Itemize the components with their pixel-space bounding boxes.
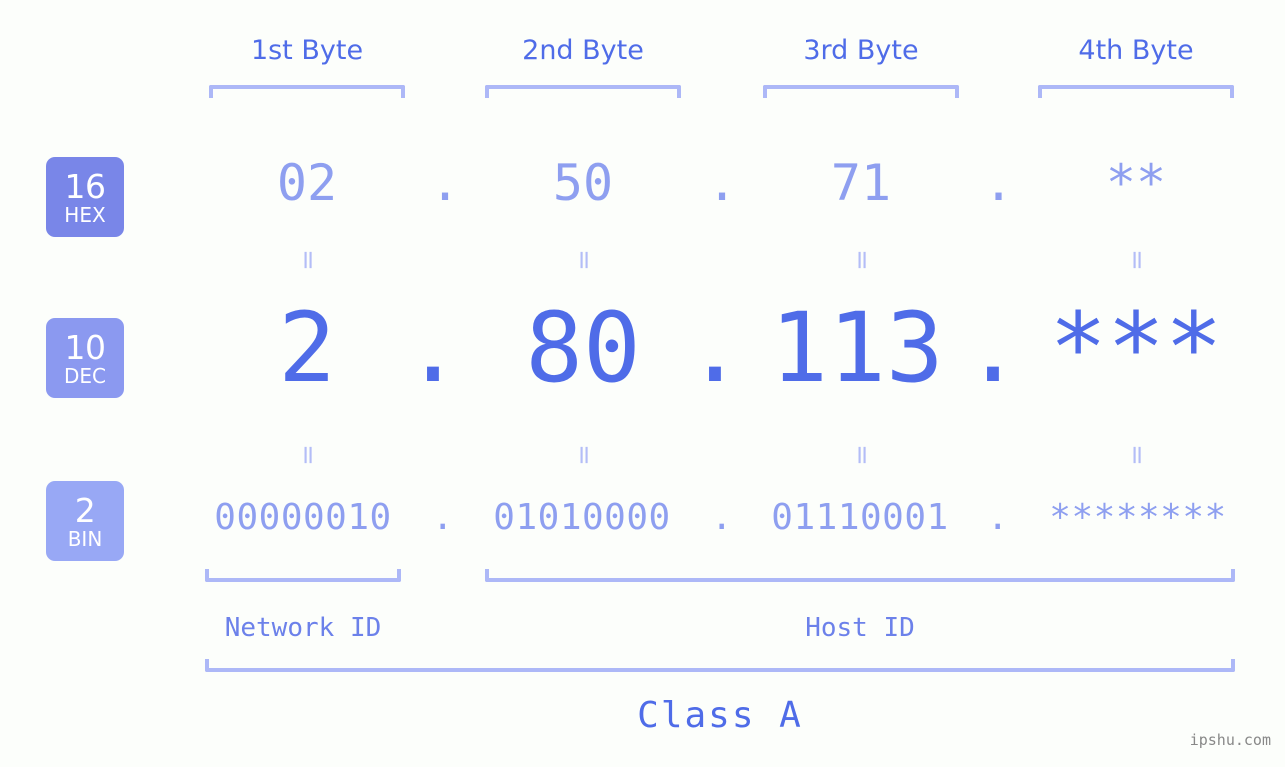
dec-separator-3: . bbox=[964, 292, 1022, 404]
network-id-bracket bbox=[205, 569, 401, 582]
dec-separator-2: . bbox=[686, 292, 744, 404]
equals-dec-bin-3: = bbox=[846, 444, 877, 468]
equals-dec-bin-1: = bbox=[292, 444, 323, 468]
equals-dec-bin-2: = bbox=[568, 444, 599, 468]
base-badge-hex-label: HEX bbox=[64, 202, 106, 227]
byte-bracket-4 bbox=[1038, 85, 1234, 98]
class-label: Class A bbox=[637, 695, 803, 736]
equals-hex-dec-4: = bbox=[1121, 249, 1152, 273]
dec-byte-1: 2 bbox=[278, 292, 336, 404]
byte-header-label-3: 3rd Byte bbox=[803, 35, 919, 66]
dec-byte-4: *** bbox=[1049, 292, 1223, 404]
bin-separator-1: . bbox=[431, 497, 455, 538]
byte-header-label-1: 1st Byte bbox=[250, 35, 364, 66]
hex-separator-2: . bbox=[706, 154, 738, 212]
hex-byte-1: 02 bbox=[276, 154, 338, 212]
hex-byte-4: ** bbox=[1105, 154, 1167, 212]
base-badge-dec-number: 10 bbox=[64, 327, 107, 367]
base-badge-bin-label: BIN bbox=[67, 526, 103, 551]
equals-hex-dec-2: = bbox=[568, 249, 599, 273]
bin-byte-3: 01110001 bbox=[771, 497, 949, 538]
base-badge-dec-label: DEC bbox=[63, 363, 106, 388]
class-bracket bbox=[205, 659, 1235, 672]
hex-separator-1: . bbox=[429, 154, 461, 212]
hex-separator-3: . bbox=[983, 154, 1014, 212]
watermark: ipshu.com bbox=[1189, 731, 1271, 749]
bin-byte-1: 00000010 bbox=[214, 497, 392, 538]
bin-byte-4: ******** bbox=[1049, 497, 1227, 538]
base-badge-bin-number: 2 bbox=[74, 490, 96, 530]
base-badge-hex: 16 HEX bbox=[46, 157, 124, 237]
base-badge-bin: 2 BIN bbox=[46, 481, 124, 561]
host-id-label: Host ID bbox=[805, 613, 915, 643]
equals-hex-dec-3: = bbox=[846, 249, 877, 273]
byte-bracket-1 bbox=[209, 85, 405, 98]
dec-byte-3: 113 bbox=[770, 292, 944, 404]
bin-byte-2: 01010000 bbox=[493, 497, 671, 538]
bin-separator-3: . bbox=[986, 497, 1010, 538]
equals-hex-dec-1: = bbox=[292, 249, 323, 273]
network-id-label: Network ID bbox=[224, 613, 382, 643]
bin-separator-2: . bbox=[710, 497, 734, 538]
ip-byte-diagram: 1st Byte 2nd Byte 3rd Byte 4th Byte 16 H… bbox=[0, 0, 1285, 767]
byte-bracket-3 bbox=[763, 85, 959, 98]
dec-separator-1: . bbox=[404, 292, 462, 404]
hex-byte-3: 71 bbox=[830, 154, 892, 212]
byte-header-label-2: 2nd Byte bbox=[522, 35, 644, 66]
base-badge-hex-number: 16 bbox=[64, 166, 107, 206]
hex-byte-2: 50 bbox=[552, 154, 614, 212]
byte-bracket-2 bbox=[485, 85, 681, 98]
host-id-bracket bbox=[485, 569, 1235, 582]
base-badge-dec: 10 DEC bbox=[46, 318, 124, 398]
dec-byte-2: 80 bbox=[525, 292, 641, 404]
equals-dec-bin-4: = bbox=[1121, 444, 1152, 468]
byte-header-label-4: 4th Byte bbox=[1078, 35, 1194, 66]
